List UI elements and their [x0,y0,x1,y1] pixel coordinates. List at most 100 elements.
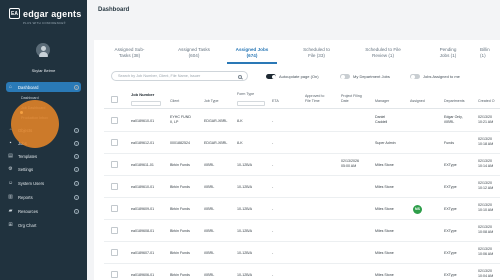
sidebar-item-templates[interactable]: ▤ Templates ˅ [6,151,81,161]
col-client[interactable]: Client [170,99,179,104]
header-line: Date [341,99,349,103]
cell-job-number[interactable]: ea0189608-01 [131,229,154,234]
row-checkbox[interactable] [111,139,118,146]
cell-job-type: EDGAR-XBRL [204,141,227,146]
sidebar-item-resources[interactable]: ▰ Resources ˅ [6,206,81,216]
table-row[interactable]: ea0189612-01 0001882524 EDGAR-XBRL 8-K - Supe… [104,132,500,154]
main-content: Dashboard Assigned Sub- Tasks (38) Assig… [87,0,500,280]
cell-departments: EXType [444,207,457,212]
row-checkbox[interactable] [111,117,118,124]
chevron-down-icon[interactable]: ˅ [74,180,79,186]
row-checkbox[interactable] [111,227,118,234]
gear-icon: ⚙ [8,166,13,172]
cursor-dot [20,111,23,114]
chevron-down-icon[interactable]: ˅ [74,153,79,159]
sidebar-item-settings[interactable]: ⚙ Settings ˅ [6,164,81,174]
cell-manager: Miles Stone [375,273,394,278]
assigned-to-me-label: Jobs Assigned to me [423,74,460,79]
row-checkbox[interactable] [111,249,118,256]
sidebar-item-org-chart[interactable]: ⊞ Org Chart [6,220,81,230]
row-checkbox[interactable] [111,205,118,212]
logo[interactable]: EA edgar agents [9,8,81,19]
search-icon[interactable] [238,74,242,79]
cell-client: EYHC FUND II, LP [170,115,191,125]
chevron-down-icon[interactable]: ˅ [74,140,79,146]
click-highlight [11,100,59,148]
briefcase-icon: ▪ [9,140,12,146]
cell-job-type: iXBRL [204,229,214,234]
tab-count: File (33) [308,53,325,58]
col-created-on[interactable]: Created O [478,99,495,104]
form-type-filter-input[interactable] [237,101,265,106]
table-row[interactable]: ea0189611-01 Birkin Funds iXBRL 10-12B/A - 02… [104,154,500,176]
department-jobs-toggle[interactable] [340,74,350,79]
template-icon: ▤ [8,153,13,159]
cell-line: 10:14 AM [478,163,494,168]
tab-scheduled-to-file-review[interactable]: Scheduled to File Review (1) [350,46,416,65]
cell-line: - [272,118,274,123]
tab-billing[interactable]: Billin (1) [480,46,500,65]
chevron-up-icon[interactable]: ˄ [74,84,79,90]
cell-job-number[interactable]: ea0189610-01 [131,185,154,190]
assignee-avatar[interactable]: MS [413,204,422,214]
org-chart-icon: ⊞ [8,222,13,228]
cell-eta: - [272,207,273,212]
col-form-type[interactable]: Form Type [237,92,254,97]
sidebar-item-dashboard[interactable]: ⌂ Dashboard ˄ [6,82,81,92]
cell-job-type: iXBRL [204,251,214,256]
tab-assigned-subtasks[interactable]: Assigned Sub- Tasks (38) [102,46,157,65]
cell-job-number[interactable]: ea0189609-01 [131,207,154,212]
job-number-filter-input[interactable] [131,101,161,106]
cell-line: Miles Stone [375,184,394,189]
table-row[interactable]: ea0189610-01 EYHC FUND II, LP EDGAR-XBRL 8-K… [104,110,500,132]
cell-line: iXBRL [204,184,215,189]
cell-line: 10-12B/A [237,206,252,211]
chevron-down-icon[interactable]: ˅ [74,208,79,214]
col-assigned[interactable]: Assigned [410,99,425,104]
sidebar-item-reports[interactable]: ▥ Reports ˅ [6,192,81,202]
row-checkbox[interactable] [111,183,118,190]
cell-job-number[interactable]: ea0189607-01 [131,251,154,256]
avatar[interactable] [36,43,50,57]
tab-scheduled-to-file[interactable]: Scheduled to File (33) [289,46,344,65]
cell-job-number[interactable]: ea0189606-01 [131,273,154,278]
cell-line: 10:12 AM [478,185,494,190]
tab-pending-jobs[interactable]: Pending Jobs (1) [424,46,472,65]
col-job-type[interactable]: Job Type [204,99,219,104]
cell-form-type: 10-12B/A [237,207,252,212]
table-row[interactable]: ea0189610-01 Birkin Funds iXBRL 10-12B/A - Mi… [104,176,500,198]
cell-line: Birkin Funds [170,250,190,255]
sidebar-item-system-users[interactable]: ☺ System Users ˅ [6,178,81,188]
cell-eta: - [272,273,273,278]
cell-line: EDGAR-XBRL [204,140,228,145]
tab-assigned-tasks[interactable]: Assigned Tasks (604) [165,46,223,65]
col-manager[interactable]: Manager [375,99,389,104]
cell-line: 10:18 AM [478,141,494,146]
chevron-down-icon[interactable]: ˅ [74,194,79,200]
col-eta[interactable]: ETA [272,99,279,104]
chevron-down-icon[interactable]: ˅ [74,127,79,133]
assigned-to-me-toggle[interactable] [410,74,420,79]
table-row[interactable]: ea0189606-01 Birkin Funds iXBRL 10-12B/A - Mi… [104,264,500,280]
cell-job-number[interactable]: ea0189612-01 [131,141,154,146]
col-departments[interactable]: Departments [444,99,465,104]
cell-client: Birkin Funds [170,229,190,234]
col-approved-to-file-time[interactable]: Approved to File Time [305,94,324,104]
table-row[interactable]: ea0189607-01 Birkin Funds iXBRL 10-12B/A - Mi… [104,242,500,264]
select-all-checkbox[interactable] [111,96,118,103]
row-checkbox[interactable] [111,271,118,278]
search-input[interactable] [118,74,236,78]
active-tab-indicator [227,62,277,64]
row-checkbox[interactable] [111,161,118,168]
col-job-number[interactable]: Job Number [131,92,154,97]
chevron-down-icon[interactable]: ˅ [74,166,79,172]
search-box[interactable] [111,71,248,81]
cell-line: iXBRL [204,228,215,233]
autoupdate-toggle[interactable] [266,74,276,79]
cell-manager: Super Admin [375,141,396,146]
table-row[interactable]: ea0189609-01 Birkin Funds iXBRL 10-12B/A - Mi… [104,198,500,220]
cell-job-number[interactable]: ea0189611-01 [131,163,154,168]
col-project-filing-date[interactable]: Project Filing Date [341,94,362,104]
table-row[interactable]: ea0189608-01 Birkin Funds iXBRL 10-12B/A - Mi… [104,220,500,242]
cell-job-number[interactable]: ea0189610-01 [131,119,154,124]
